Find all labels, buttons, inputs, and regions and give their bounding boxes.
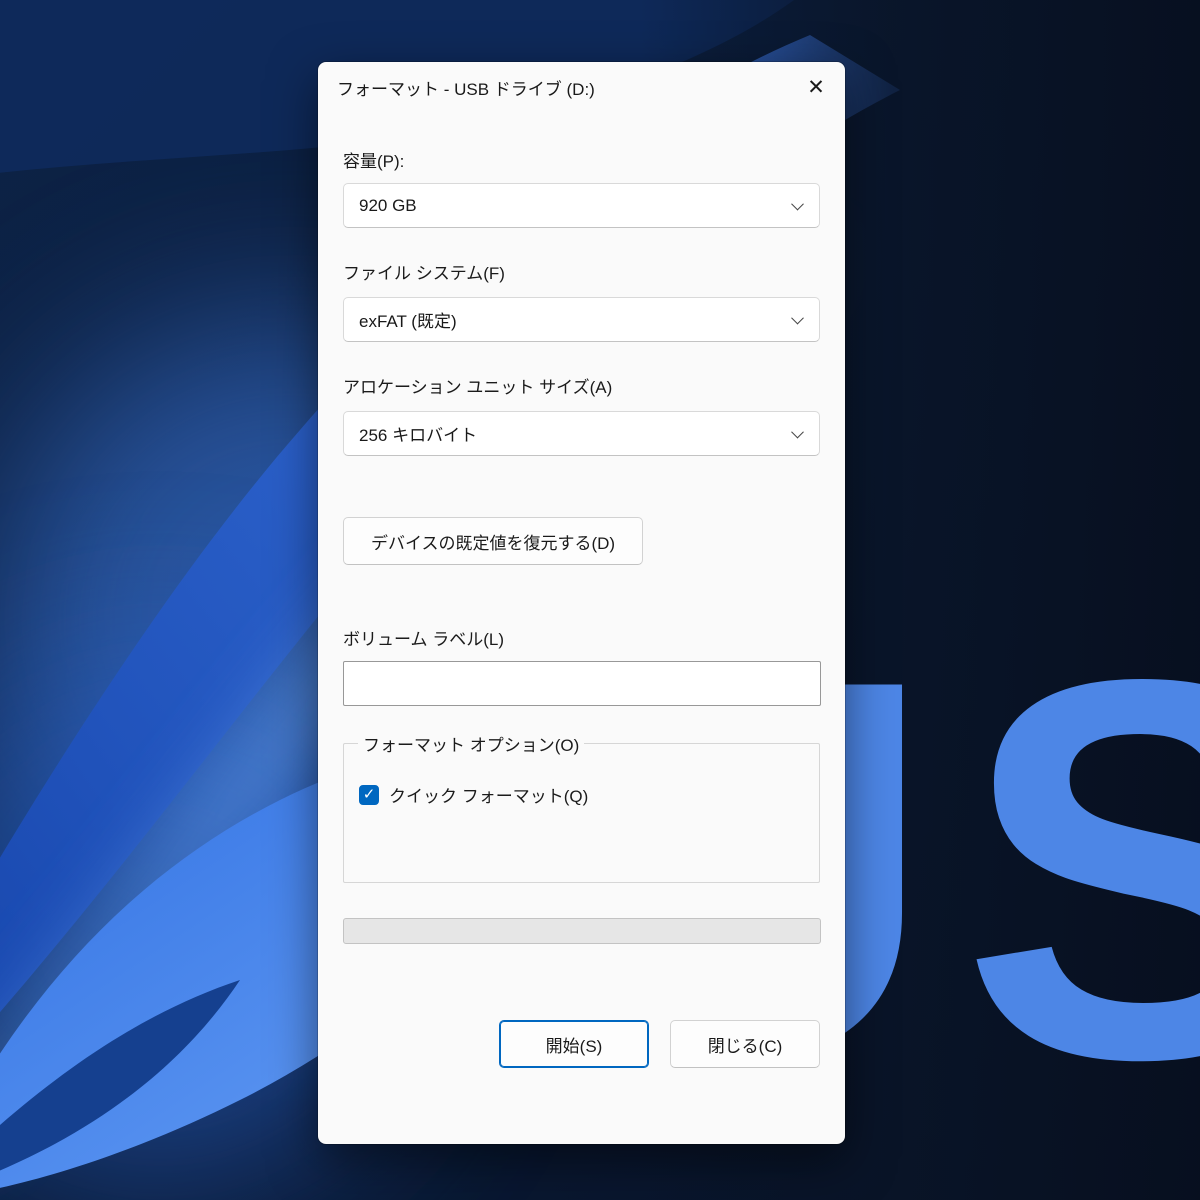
- restore-defaults-button[interactable]: デバイスの既定値を復元する(D): [343, 517, 643, 565]
- capacity-label: 容量(P):: [343, 147, 820, 169]
- allocation-unit-select[interactable]: 256 キロバイト: [343, 411, 820, 456]
- allocation-unit-value: 256 キロバイト: [359, 421, 477, 446]
- allocation-unit-label: アロケーション ユニット サイズ(A): [343, 373, 820, 395]
- file-system-label: ファイル システム(F): [343, 259, 820, 281]
- file-system-select[interactable]: exFAT (既定): [343, 297, 820, 342]
- capacity-value: 920 GB: [359, 196, 417, 216]
- chevron-down-icon: [791, 426, 804, 439]
- volume-label-input[interactable]: [343, 661, 821, 706]
- dialog-content: 容量(P): 920 GB ファイル システム(F) exFAT (既定) アロ…: [318, 147, 845, 1068]
- quick-format-checkbox[interactable]: [359, 785, 379, 805]
- chevron-down-icon: [791, 312, 804, 325]
- file-system-value: exFAT (既定): [359, 307, 457, 332]
- quick-format-label[interactable]: クイック フォーマット(Q): [389, 782, 588, 807]
- close-button[interactable]: ✕: [793, 66, 839, 108]
- close-icon: ✕: [807, 75, 825, 100]
- format-options-group: フォーマット オプション(O) クイック フォーマット(Q): [343, 731, 820, 883]
- quick-format-row: クイック フォーマット(Q): [359, 782, 804, 807]
- close-dialog-button[interactable]: 閉じる(C): [670, 1020, 820, 1068]
- chevron-down-icon: [791, 198, 804, 211]
- dialog-button-row: 開始(S) 閉じる(C): [343, 1020, 820, 1068]
- dialog-titlebar[interactable]: フォーマット - USB ドライブ (D:) ✕: [318, 62, 845, 112]
- dialog-title: フォーマット - USB ドライブ (D:): [337, 75, 793, 100]
- volume-label-label: ボリューム ラベル(L): [343, 625, 820, 647]
- capacity-select[interactable]: 920 GB: [343, 183, 820, 228]
- format-options-label: フォーマット オプション(O): [358, 731, 584, 756]
- start-button[interactable]: 開始(S): [499, 1020, 649, 1068]
- format-dialog: フォーマット - USB ドライブ (D:) ✕ 容量(P): 920 GB フ…: [318, 62, 845, 1144]
- format-progress-bar: [343, 918, 821, 944]
